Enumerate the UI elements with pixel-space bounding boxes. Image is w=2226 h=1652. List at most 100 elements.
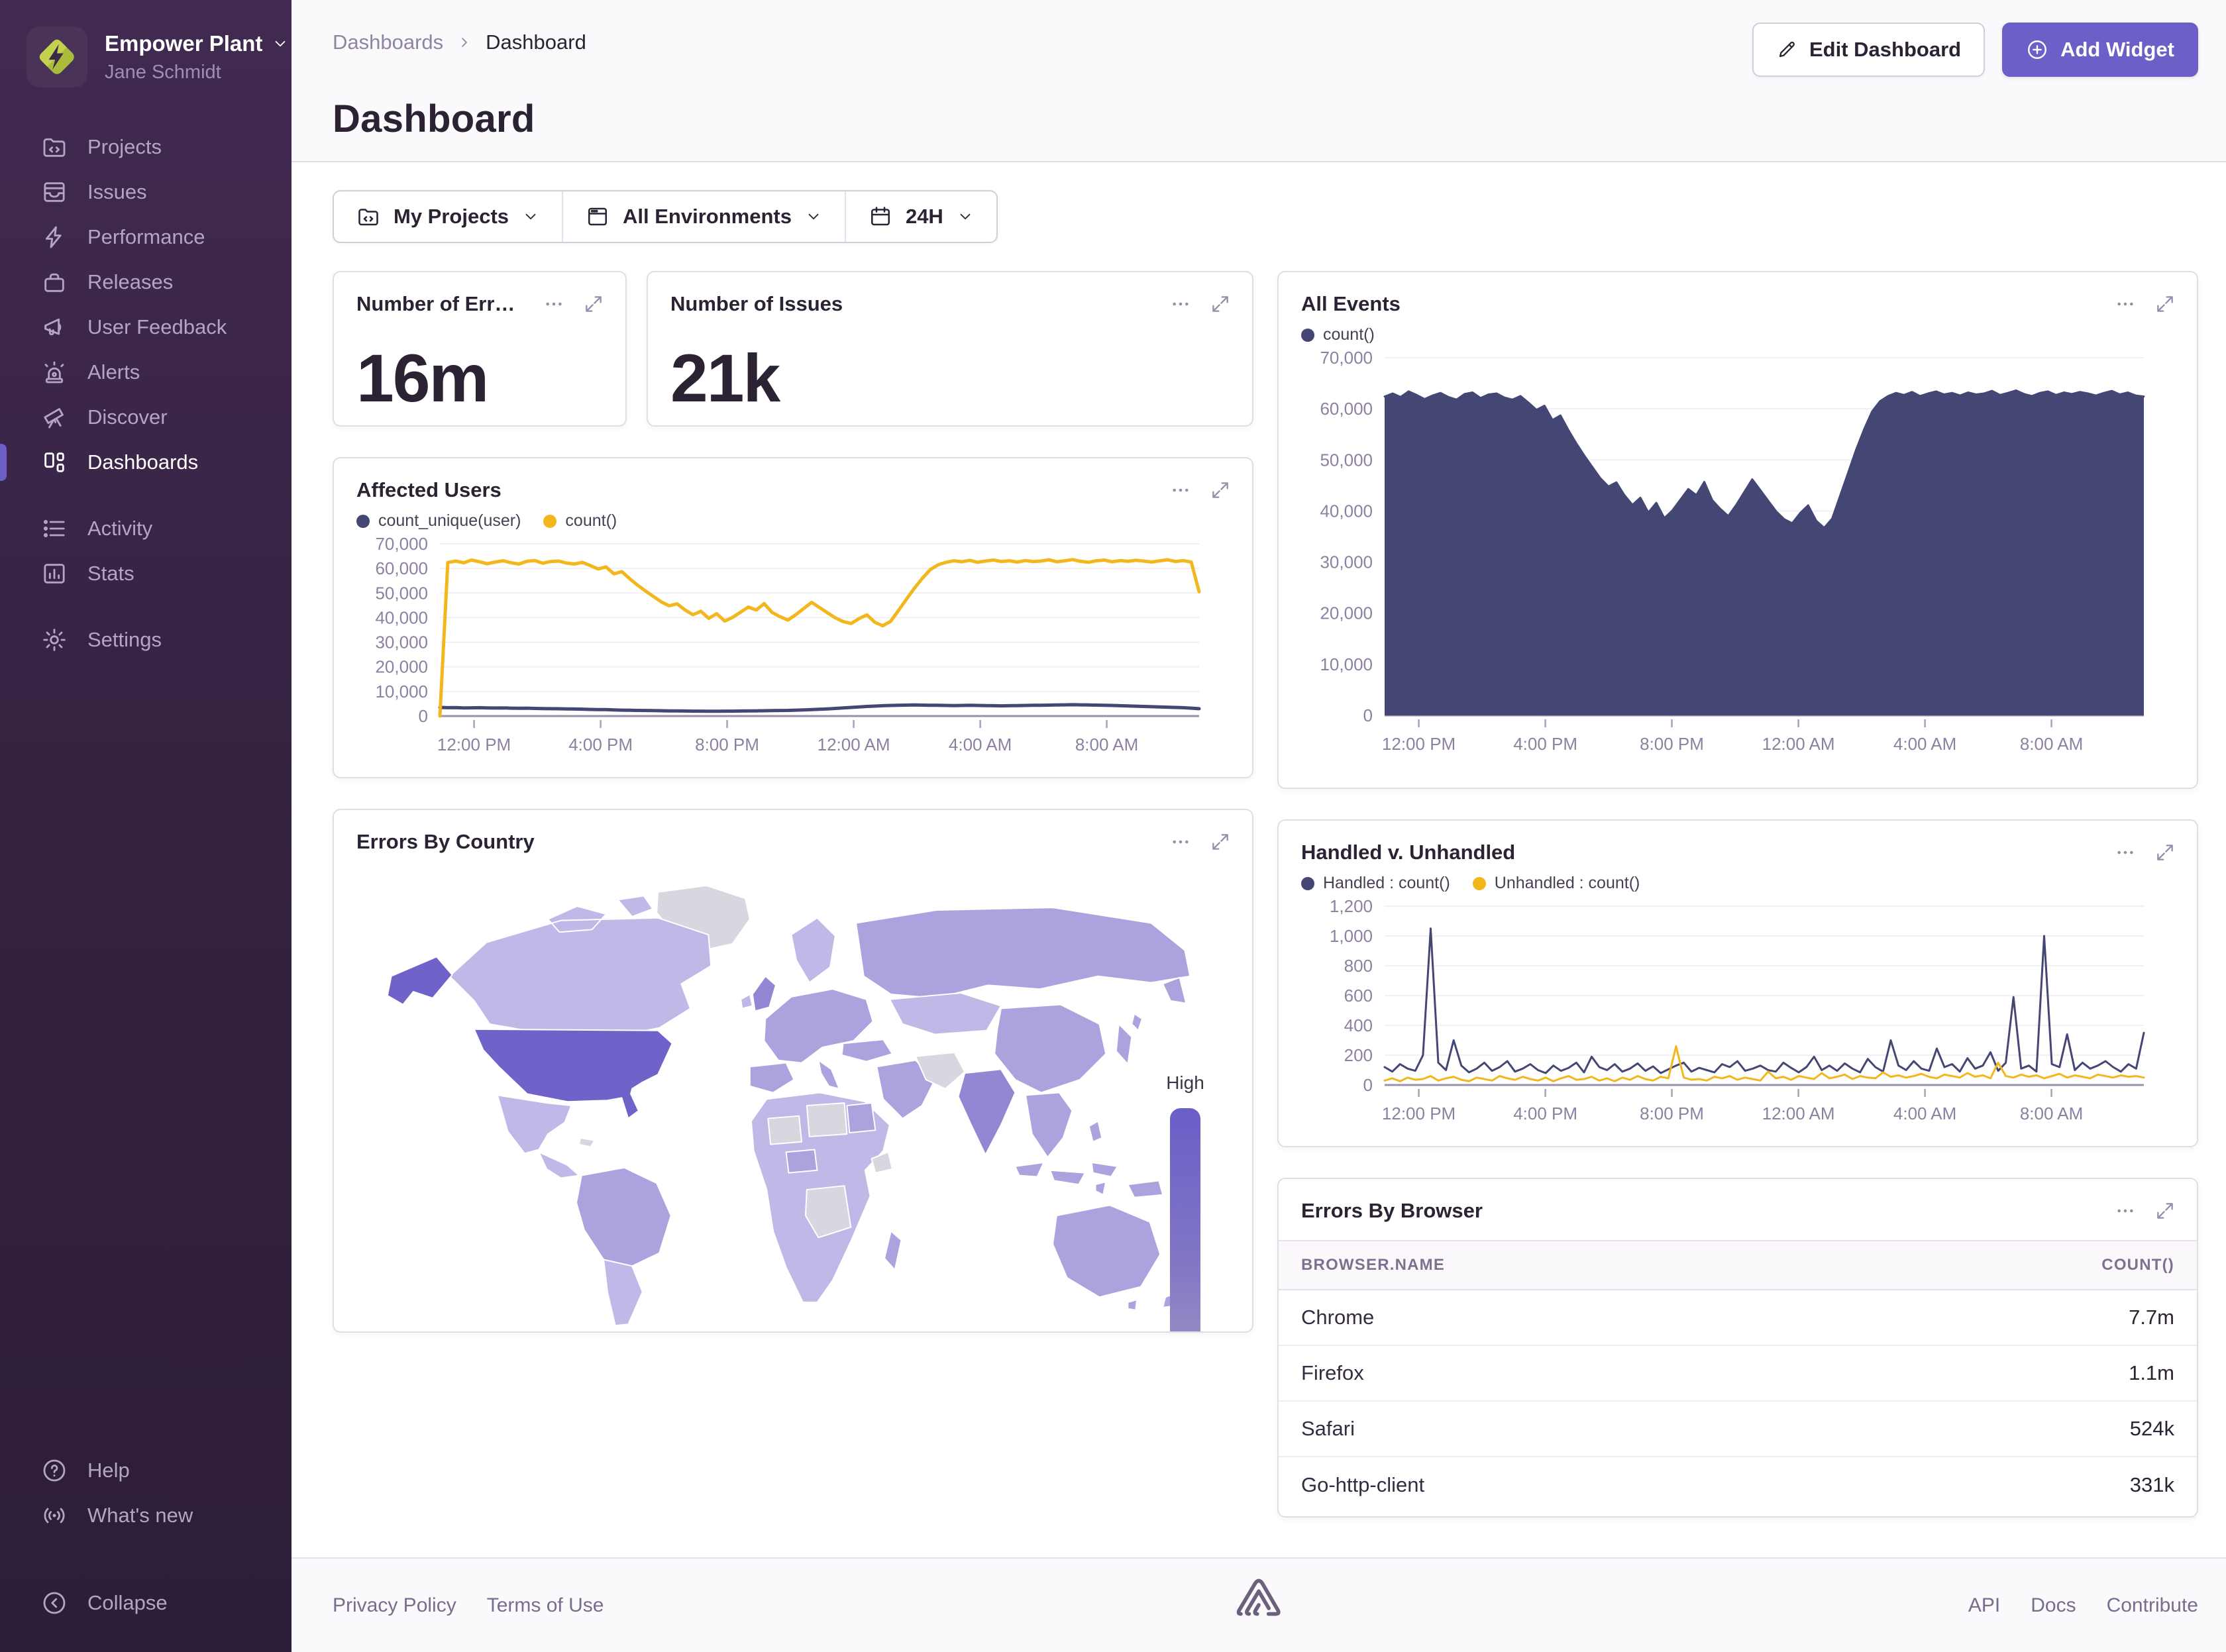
org-switcher[interactable]: Empower Plant Jane Schmidt xyxy=(0,0,292,87)
header-actions: Edit Dashboard Add Widget xyxy=(1752,23,2198,77)
svg-text:70,000: 70,000 xyxy=(1320,348,1373,368)
sidebar-item-user-feedback[interactable]: User Feedback xyxy=(0,305,292,350)
expand-icon[interactable] xyxy=(2154,293,2176,315)
sidebar-item-issues[interactable]: Issues xyxy=(0,170,292,215)
expand-icon[interactable] xyxy=(2154,842,2176,863)
alerts-icon xyxy=(41,359,68,386)
ellipsis-menu-icon[interactable] xyxy=(2115,1200,2136,1221)
sidebar-item-alerts[interactable]: Alerts xyxy=(0,350,292,395)
ellipsis-menu-icon[interactable] xyxy=(2115,293,2136,315)
collapse-icon xyxy=(41,1590,68,1616)
svg-text:12:00 AM: 12:00 AM xyxy=(818,735,890,754)
sidebar-item-settings[interactable]: Settings xyxy=(0,617,292,662)
svg-text:30,000: 30,000 xyxy=(1320,552,1373,572)
sidebar-bottom: Help What's new Collapse xyxy=(0,1448,292,1652)
contribute-link[interactable]: Contribute xyxy=(2107,1594,2198,1617)
widget-handled-v-unhandled: Handled v. Unhandled Handled : count() U… xyxy=(1277,819,2198,1147)
org-meta: Empower Plant Jane Schmidt xyxy=(105,31,289,83)
chevron-down-icon xyxy=(805,208,822,225)
chevron-down-icon xyxy=(272,35,289,52)
sidebar-item-label: What's new xyxy=(87,1504,193,1527)
expand-icon[interactable] xyxy=(1210,831,1231,852)
edit-dashboard-button[interactable]: Edit Dashboard xyxy=(1752,23,1985,77)
chevron-down-icon xyxy=(522,208,539,225)
breadcrumb-dashboards-link[interactable]: Dashboards xyxy=(333,30,443,54)
chevron-down-icon xyxy=(957,208,974,225)
sidebar-item-performance[interactable]: Performance xyxy=(0,215,292,260)
svg-text:200: 200 xyxy=(1344,1045,1373,1065)
expand-icon[interactable] xyxy=(1210,293,1231,315)
dashboards-icon xyxy=(41,449,68,476)
app-root: Empower Plant Jane Schmidt Projects Issu… xyxy=(0,0,2226,1652)
world-map[interactable] xyxy=(354,880,1195,1333)
sidebar-item-activity[interactable]: Activity xyxy=(0,506,292,551)
widget-title: Number of Err… xyxy=(356,292,515,316)
org-name: Empower Plant xyxy=(105,31,289,56)
expand-icon[interactable] xyxy=(2154,1200,2176,1221)
add-widget-button[interactable]: Add Widget xyxy=(2002,23,2198,77)
sidebar-item-label: Issues xyxy=(87,180,147,204)
sidebar-item-stats[interactable]: Stats xyxy=(0,551,292,596)
org-logo xyxy=(26,26,87,87)
svg-text:10,000: 10,000 xyxy=(375,682,428,701)
sidebar-item-discover[interactable]: Discover xyxy=(0,395,292,440)
sidebar-item-projects[interactable]: Projects xyxy=(0,125,292,170)
sentry-logo-icon xyxy=(1235,1576,1283,1627)
sidebar-item-releases[interactable]: Releases xyxy=(0,260,292,305)
legend-dot xyxy=(1301,877,1314,890)
api-link[interactable]: API xyxy=(1968,1594,2000,1617)
nav-divider xyxy=(0,596,292,617)
nav-divider xyxy=(0,485,292,506)
legend-label: Unhandled : count() xyxy=(1495,874,1640,893)
svg-text:40,000: 40,000 xyxy=(1320,501,1373,521)
window-icon xyxy=(586,205,610,229)
map-legend-high-label: High xyxy=(1166,1072,1204,1094)
environment-filter[interactable]: All Environments xyxy=(562,191,845,242)
handled-unhandled-chart[interactable]: 1,2001,000800600400200012:00 PM4:00 PM8:… xyxy=(1279,897,2160,1129)
ellipsis-menu-icon[interactable] xyxy=(1170,831,1191,852)
widget-all-events: All Events count() 70,00060,00050,00040,… xyxy=(1277,271,2198,789)
widget-title: All Events xyxy=(1301,292,1401,316)
pencil-icon xyxy=(1776,39,1797,60)
browser-name: Firefox xyxy=(1301,1361,1364,1385)
browser-name: Chrome xyxy=(1301,1306,1374,1329)
svg-text:60,000: 60,000 xyxy=(1320,399,1373,419)
column-count: COUNT() xyxy=(2101,1256,2174,1274)
environment-filter-value: All Environments xyxy=(623,205,792,229)
ellipsis-menu-icon[interactable] xyxy=(1170,293,1191,315)
svg-text:12:00 AM: 12:00 AM xyxy=(1762,1104,1835,1123)
site-footer: Privacy Policy Terms of Use API Docs Con… xyxy=(292,1557,2226,1652)
expand-icon[interactable] xyxy=(1210,480,1231,501)
stats-icon xyxy=(41,560,68,587)
table-row: Safari 524k xyxy=(1279,1402,2197,1457)
browser-count: 1.1m xyxy=(2129,1361,2174,1385)
sidebar-item-collapse[interactable]: Collapse xyxy=(0,1580,292,1626)
plus-circle-icon xyxy=(2026,38,2048,61)
table-row: Firefox 1.1m xyxy=(1279,1346,2197,1402)
svg-text:8:00 PM: 8:00 PM xyxy=(1640,734,1704,754)
svg-text:4:00 PM: 4:00 PM xyxy=(1513,1104,1577,1123)
ellipsis-menu-icon[interactable] xyxy=(1170,480,1191,501)
time-range-filter[interactable]: 24H xyxy=(845,191,996,242)
expand-icon[interactable] xyxy=(583,293,604,315)
issues-icon xyxy=(41,179,68,205)
sidebar-item-label: Collapse xyxy=(87,1591,168,1615)
ellipsis-menu-icon[interactable] xyxy=(543,293,564,315)
legend-label: count() xyxy=(1323,325,1375,344)
browser-count: 7.7m xyxy=(2129,1306,2174,1329)
chart-legend: count() xyxy=(1279,316,2197,344)
widget-number-of-errors: Number of Err… 16m xyxy=(333,271,627,427)
project-filter-value: My Projects xyxy=(394,205,509,229)
ellipsis-menu-icon[interactable] xyxy=(2115,842,2136,863)
docs-link[interactable]: Docs xyxy=(2031,1594,2076,1617)
all-events-chart[interactable]: 70,00060,00050,00040,00030,00020,00010,0… xyxy=(1279,348,2160,759)
sidebar-item-help[interactable]: Help xyxy=(0,1448,292,1493)
terms-of-use-link[interactable]: Terms of Use xyxy=(487,1594,604,1617)
main-area: Dashboards Dashboard Edit Dashboard Add … xyxy=(292,0,2226,1652)
privacy-policy-link[interactable]: Privacy Policy xyxy=(333,1594,456,1617)
affected-users-chart[interactable]: 70,00060,00050,00040,00030,00020,00010,0… xyxy=(334,535,1215,760)
sidebar-item-dashboards[interactable]: Dashboards xyxy=(0,440,292,485)
svg-text:0: 0 xyxy=(1363,1075,1373,1095)
project-filter[interactable]: My Projects xyxy=(334,191,562,242)
sidebar-item-whats-new[interactable]: What's new xyxy=(0,1493,292,1538)
